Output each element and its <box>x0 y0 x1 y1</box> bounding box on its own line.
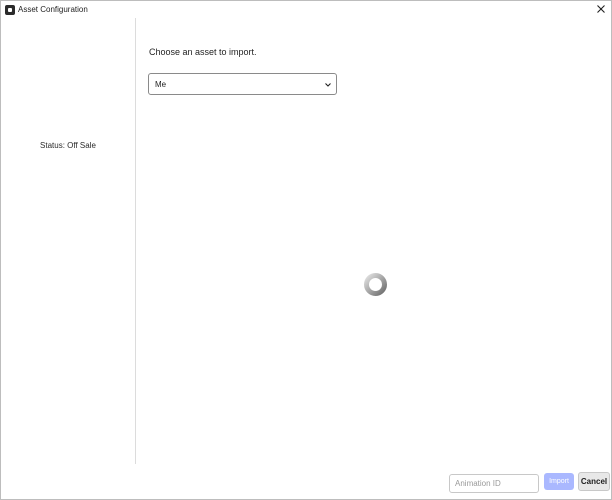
sidebar-panel: Status: Off Sale <box>1 18 136 464</box>
animation-id-input[interactable] <box>449 474 539 493</box>
asset-source-select[interactable]: Me <box>148 73 337 95</box>
close-icon <box>597 5 605 13</box>
import-button[interactable]: Import <box>544 473 574 490</box>
status-label: Status: Off Sale <box>40 141 96 150</box>
loading-spinner-icon <box>363 272 388 297</box>
asset-source-selected-value: Me <box>155 80 167 89</box>
asset-configuration-window: Asset Configuration Status: Off Sale Cho… <box>0 0 612 500</box>
chevron-down-icon <box>324 81 332 89</box>
roblox-studio-icon <box>5 5 15 15</box>
import-prompt: Choose an asset to import. <box>149 47 257 57</box>
close-button[interactable] <box>594 2 608 16</box>
window-title: Asset Configuration <box>18 5 88 14</box>
cancel-button[interactable]: Cancel <box>578 472 610 491</box>
title-bar: Asset Configuration <box>1 1 611 18</box>
